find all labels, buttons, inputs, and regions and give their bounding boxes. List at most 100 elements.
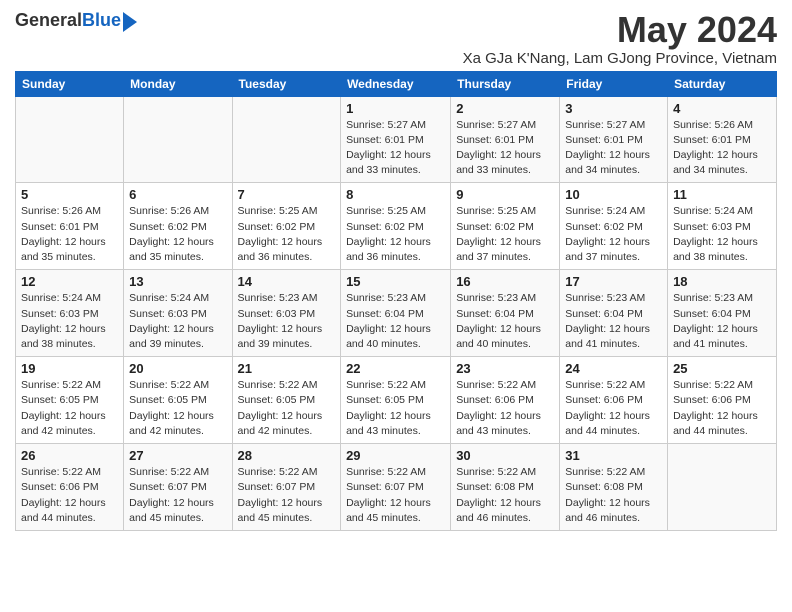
day-number: 12	[21, 274, 118, 289]
day-number: 25	[673, 361, 771, 376]
day-number: 7	[238, 187, 336, 202]
day-number: 1	[346, 101, 445, 116]
calendar-week-2: 5Sunrise: 5:26 AM Sunset: 6:01 PM Daylig…	[16, 183, 777, 270]
calendar-body: 1 Sunrise: 5:27 AM Sunset: 6:01 PM Daylig…	[16, 96, 777, 530]
calendar-cell: 1 Sunrise: 5:27 AM Sunset: 6:01 PM Daylig…	[341, 96, 451, 183]
calendar-cell	[232, 96, 341, 183]
day-info: Sunrise: 5:24 AM Sunset: 6:02 PM Dayligh…	[565, 204, 662, 265]
day-number: 10	[565, 187, 662, 202]
day-info: Sunrise: 5:27 AM Sunset: 6:01 PM Dayligh…	[565, 118, 662, 179]
calendar-table: SundayMondayTuesdayWednesdayThursdayFrid…	[15, 71, 777, 531]
day-number: 31	[565, 448, 662, 463]
calendar-cell: 29 Sunrise: 5:22 AM Sunset: 6:07 PM Dayli…	[341, 444, 451, 531]
logo-general-text: General	[15, 10, 82, 31]
header-cell-saturday: Saturday	[668, 71, 777, 96]
calendar-cell: 9Sunrise: 5:25 AM Sunset: 6:02 PM Daylig…	[451, 183, 560, 270]
title-block: May 2024 Xa GJa K'Nang, Lam GJong Provin…	[463, 10, 777, 67]
day-info: Sunrise: 5:25 AM Sunset: 6:02 PM Dayligh…	[238, 204, 336, 265]
day-info: Sunrise: 5:22 AM Sunset: 6:05 PM Dayligh…	[346, 378, 445, 439]
calendar-cell: 8Sunrise: 5:25 AM Sunset: 6:02 PM Daylig…	[341, 183, 451, 270]
day-info: Sunrise: 5:26 AM Sunset: 6:02 PM Dayligh…	[129, 204, 226, 265]
day-info: Sunrise: 5:23 AM Sunset: 6:04 PM Dayligh…	[456, 291, 554, 352]
calendar-cell: 14 Sunrise: 5:23 AM Sunset: 6:03 PM Dayli…	[232, 270, 341, 357]
day-number: 30	[456, 448, 554, 463]
day-number: 26	[21, 448, 118, 463]
day-number: 14	[238, 274, 336, 289]
calendar-week-3: 12 Sunrise: 5:24 AM Sunset: 6:03 PM Dayli…	[16, 270, 777, 357]
calendar-cell: 24 Sunrise: 5:22 AM Sunset: 6:06 PM Dayli…	[560, 357, 668, 444]
calendar-cell: 18Sunrise: 5:23 AM Sunset: 6:04 PM Dayli…	[668, 270, 777, 357]
calendar-cell: 2 Sunrise: 5:27 AM Sunset: 6:01 PM Daylig…	[451, 96, 560, 183]
calendar-cell: 15Sunrise: 5:23 AM Sunset: 6:04 PM Dayli…	[341, 270, 451, 357]
day-number: 16	[456, 274, 554, 289]
header-row: SundayMondayTuesdayWednesdayThursdayFrid…	[16, 71, 777, 96]
day-info: Sunrise: 5:22 AM Sunset: 6:06 PM Dayligh…	[565, 378, 662, 439]
day-number: 11	[673, 187, 771, 202]
day-number: 9	[456, 187, 554, 202]
calendar-cell: 27Sunrise: 5:22 AM Sunset: 6:07 PM Dayli…	[124, 444, 232, 531]
day-info: Sunrise: 5:26 AM Sunset: 6:01 PM Dayligh…	[21, 204, 118, 265]
day-number: 29	[346, 448, 445, 463]
day-number: 6	[129, 187, 226, 202]
header-cell-sunday: Sunday	[16, 71, 124, 96]
calendar-cell: 19Sunrise: 5:22 AM Sunset: 6:05 PM Dayli…	[16, 357, 124, 444]
day-info: Sunrise: 5:23 AM Sunset: 6:03 PM Dayligh…	[238, 291, 336, 352]
day-info: Sunrise: 5:23 AM Sunset: 6:04 PM Dayligh…	[565, 291, 662, 352]
day-info: Sunrise: 5:22 AM Sunset: 6:06 PM Dayligh…	[673, 378, 771, 439]
calendar-cell: 13 Sunrise: 5:24 AM Sunset: 6:03 PM Dayli…	[124, 270, 232, 357]
header-cell-tuesday: Tuesday	[232, 71, 341, 96]
day-info: Sunrise: 5:22 AM Sunset: 6:06 PM Dayligh…	[456, 378, 554, 439]
page-header: General Blue May 2024 Xa GJa K'Nang, Lam…	[15, 10, 777, 67]
day-info: Sunrise: 5:27 AM Sunset: 6:01 PM Dayligh…	[346, 118, 445, 179]
calendar-week-5: 26Sunrise: 5:22 AM Sunset: 6:06 PM Dayli…	[16, 444, 777, 531]
calendar-cell: 6 Sunrise: 5:26 AM Sunset: 6:02 PM Daylig…	[124, 183, 232, 270]
logo-blue-text: Blue	[82, 10, 121, 31]
day-info: Sunrise: 5:26 AM Sunset: 6:01 PM Dayligh…	[673, 118, 771, 179]
calendar-cell: 16 Sunrise: 5:23 AM Sunset: 6:04 PM Dayli…	[451, 270, 560, 357]
calendar-week-4: 19 Sunrise: 5:22 AM Sunset: 6:05 PM Dayli…	[16, 357, 777, 444]
calendar-cell: 3 Sunrise: 5:27 AM Sunset: 6:01 PM Daylig…	[560, 96, 668, 183]
day-number: 20	[129, 361, 226, 376]
day-info: Sunrise: 5:23 AM Sunset: 6:04 PM Dayligh…	[346, 291, 445, 352]
header-cell-thursday: Thursday	[451, 71, 560, 96]
calendar-cell: 4 Sunrise: 5:26 AM Sunset: 6:01 PM Daylig…	[668, 96, 777, 183]
calendar-cell: 7 Sunrise: 5:25 AM Sunset: 6:02 PM Daylig…	[232, 183, 341, 270]
day-info: Sunrise: 5:22 AM Sunset: 6:07 PM Dayligh…	[238, 465, 336, 526]
day-number: 4	[673, 101, 771, 116]
calendar-cell	[124, 96, 232, 183]
calendar-cell: 5Sunrise: 5:26 AM Sunset: 6:01 PM Daylig…	[16, 183, 124, 270]
day-info: Sunrise: 5:22 AM Sunset: 6:08 PM Dayligh…	[565, 465, 662, 526]
header-cell-wednesday: Wednesday	[341, 71, 451, 96]
day-info: Sunrise: 5:27 AM Sunset: 6:01 PM Dayligh…	[456, 118, 554, 179]
calendar-cell: 21Sunrise: 5:22 AM Sunset: 6:05 PM Dayli…	[232, 357, 341, 444]
day-number: 13	[129, 274, 226, 289]
day-info: Sunrise: 5:24 AM Sunset: 6:03 PM Dayligh…	[21, 291, 118, 352]
day-number: 28	[238, 448, 336, 463]
day-info: Sunrise: 5:22 AM Sunset: 6:08 PM Dayligh…	[456, 465, 554, 526]
calendar-cell: 30 Sunrise: 5:22 AM Sunset: 6:08 PM Dayli…	[451, 444, 560, 531]
day-number: 17	[565, 274, 662, 289]
day-number: 24	[565, 361, 662, 376]
calendar-cell: 22 Sunrise: 5:22 AM Sunset: 6:05 PM Dayli…	[341, 357, 451, 444]
logo-arrow-icon	[123, 12, 137, 32]
calendar-cell: 17 Sunrise: 5:23 AM Sunset: 6:04 PM Dayli…	[560, 270, 668, 357]
day-number: 2	[456, 101, 554, 116]
day-info: Sunrise: 5:22 AM Sunset: 6:07 PM Dayligh…	[346, 465, 445, 526]
logo: General Blue	[15, 10, 137, 31]
day-info: Sunrise: 5:25 AM Sunset: 6:02 PM Dayligh…	[346, 204, 445, 265]
calendar-cell	[668, 444, 777, 531]
header-cell-friday: Friday	[560, 71, 668, 96]
calendar-cell: 31 Sunrise: 5:22 AM Sunset: 6:08 PM Dayli…	[560, 444, 668, 531]
day-number: 23	[456, 361, 554, 376]
calendar-cell	[16, 96, 124, 183]
day-info: Sunrise: 5:22 AM Sunset: 6:05 PM Dayligh…	[238, 378, 336, 439]
calendar-cell: 25 Sunrise: 5:22 AM Sunset: 6:06 PM Dayli…	[668, 357, 777, 444]
calendar-cell: 23 Sunrise: 5:22 AM Sunset: 6:06 PM Dayli…	[451, 357, 560, 444]
day-info: Sunrise: 5:24 AM Sunset: 6:03 PM Dayligh…	[129, 291, 226, 352]
day-number: 22	[346, 361, 445, 376]
day-number: 3	[565, 101, 662, 116]
calendar-header: SundayMondayTuesdayWednesdayThursdayFrid…	[16, 71, 777, 96]
day-number: 19	[21, 361, 118, 376]
month-title: May 2024	[463, 10, 777, 50]
day-number: 27	[129, 448, 226, 463]
